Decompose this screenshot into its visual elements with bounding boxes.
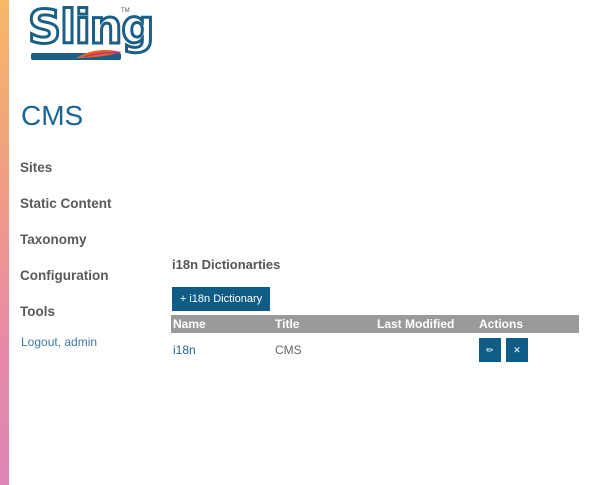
cell-name: i18n [171, 333, 273, 366]
cell-title: CMS [275, 342, 302, 357]
add-i18n-dictionary-button[interactable]: + i18n Dictionary [172, 287, 270, 311]
sidebar-item-configuration[interactable]: Configuration [20, 265, 112, 301]
table-row: i18n CMS ✏ ✕ [171, 333, 579, 366]
column-header-last-modified[interactable]: Last Modified [375, 315, 477, 333]
delete-button[interactable]: ✕ [506, 337, 528, 362]
sidebar-nav: Sites Static Content Taxonomy Configurat… [20, 157, 112, 337]
column-header-title[interactable]: Title [273, 315, 375, 333]
trademark-symbol: TM [121, 8, 130, 14]
feather-icon [76, 50, 122, 58]
sidebar-item-tools[interactable]: Tools [20, 301, 112, 337]
side-accent-bar [0, 0, 9, 485]
app-title: CMS [21, 100, 84, 131]
edit-button[interactable]: ✏ [479, 337, 501, 362]
cell-last-modified [375, 333, 477, 366]
column-header-actions: Actions [477, 315, 579, 333]
sidebar-item-static-content[interactable]: Static Content [20, 193, 112, 229]
table-header-row: Name Title Last Modified Actions [171, 315, 579, 333]
dictionary-table: Name Title Last Modified Actions i18n CM… [171, 315, 579, 366]
logout-link[interactable]: Logout, admin [21, 335, 97, 349]
cell-actions: ✏ ✕ [477, 333, 579, 366]
dictionary-name-link[interactable]: i18n [173, 343, 196, 357]
pencil-icon: ✏ [486, 344, 494, 355]
sling-logo: Sling TM [26, 0, 156, 62]
sidebar-item-sites[interactable]: Sites [20, 157, 112, 193]
sidebar-item-taxonomy[interactable]: Taxonomy [20, 229, 112, 265]
column-header-name[interactable]: Name [171, 315, 273, 333]
close-icon: ✕ [513, 344, 521, 355]
section-title: i18n Dictionarties [172, 257, 281, 272]
